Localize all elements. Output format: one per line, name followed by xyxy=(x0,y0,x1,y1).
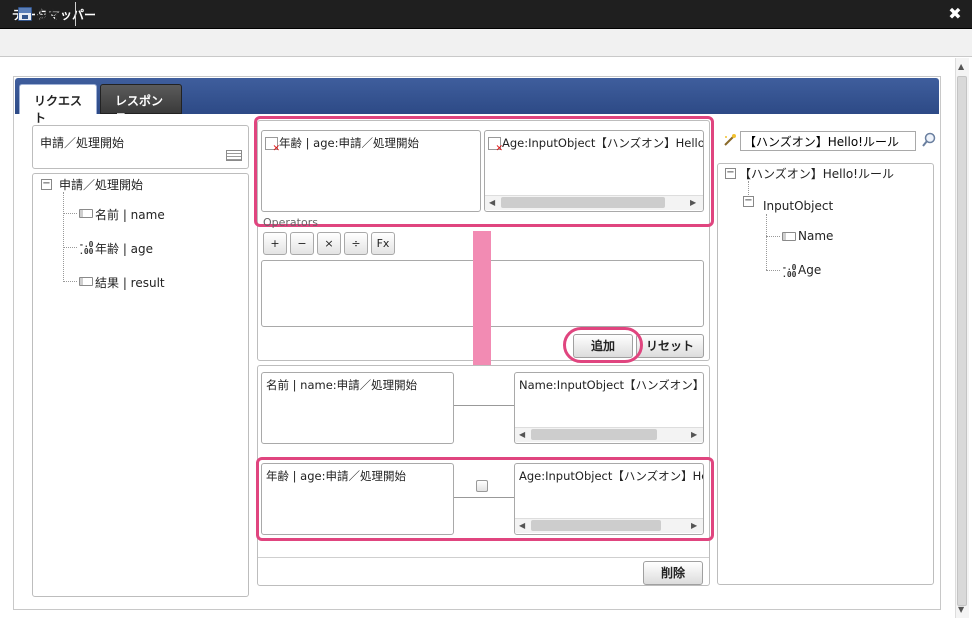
delete-button[interactable]: 削除 xyxy=(643,561,703,585)
source-tree-item-name[interactable]: 名前 | name xyxy=(95,206,165,223)
collapse-icon[interactable]: − xyxy=(725,168,736,179)
operator-multiply-button[interactable]: × xyxy=(317,232,341,255)
save-button-label: 保存 xyxy=(36,7,61,22)
tree-connector xyxy=(63,247,77,248)
mapping-target-label: Name:InputObject【ハンズオン】Hello!ルール xyxy=(519,378,704,392)
list-icon[interactable] xyxy=(226,150,242,161)
tree-connector xyxy=(766,270,780,271)
target-tree-root[interactable]: 【ハンズオン】Hello!ルール xyxy=(739,165,894,182)
tree-connector xyxy=(766,236,780,237)
collapse-icon[interactable]: − xyxy=(41,179,52,190)
search-icon[interactable] xyxy=(921,132,937,148)
reset-button[interactable]: リセット xyxy=(636,334,704,358)
field-icon xyxy=(79,209,93,218)
scroll-right-arrow-icon[interactable]: ▶ xyxy=(691,430,697,439)
tab-response[interactable]: レスポンス xyxy=(100,84,182,125)
source-tree-panel xyxy=(32,173,249,597)
operator-divide-button[interactable]: ÷ xyxy=(344,232,368,255)
close-icon[interactable]: ✖ xyxy=(946,5,964,23)
toolbar xyxy=(0,29,972,57)
source-process-label: 申請／処理開始 xyxy=(40,136,125,150)
source-tree-item-age[interactable]: 年齢 | age xyxy=(95,240,153,257)
mapping-source-label: 名前 | name:申請／処理開始 xyxy=(266,378,418,392)
mapping-connector xyxy=(454,405,514,406)
highlight-add-button xyxy=(563,327,643,363)
scroll-left-arrow-icon[interactable]: ◀ xyxy=(519,430,525,439)
target-tree-panel xyxy=(717,163,934,585)
source-tree-item-result[interactable]: 結果 | result xyxy=(95,274,165,291)
tree-connector xyxy=(766,214,767,270)
number-icon: -.0.00 xyxy=(79,240,94,256)
tab-request[interactable]: リクエスト xyxy=(19,84,97,125)
divider xyxy=(258,557,709,558)
operators-label: Operators xyxy=(263,216,318,229)
field-icon xyxy=(782,232,796,241)
number-icon: -.0.00 xyxy=(782,263,797,279)
operator-function-button[interactable]: Fx xyxy=(371,232,395,255)
mapping-source-field[interactable]: 名前 | name:申請／処理開始 xyxy=(261,372,454,444)
magic-wand-icon[interactable] xyxy=(722,132,738,148)
field-icon xyxy=(79,277,93,286)
tree-connector xyxy=(63,281,77,282)
target-search-input[interactable] xyxy=(740,131,916,151)
target-tree-input-object[interactable]: InputObject xyxy=(763,199,833,213)
scroll-up-arrow-icon[interactable]: ▲ xyxy=(958,62,964,71)
operator-minus-button[interactable]: − xyxy=(290,232,314,255)
floppy-disk-icon xyxy=(18,7,32,21)
highlight-new-mapping xyxy=(256,457,714,541)
horizontal-scrollbar-thumb[interactable] xyxy=(531,429,657,440)
scroll-down-arrow-icon[interactable]: ▼ xyxy=(958,605,964,614)
tree-connector xyxy=(63,213,77,214)
target-tree-item-name[interactable]: Name xyxy=(798,229,833,243)
window-title-bar xyxy=(0,0,972,29)
mapping-target-field[interactable]: Name:InputObject【ハンズオン】Hello!ルール ◀ ▶ xyxy=(514,372,704,444)
source-tree-root[interactable]: 申請／処理開始 xyxy=(59,176,143,193)
target-tree-item-age[interactable]: Age xyxy=(798,263,821,277)
highlight-selected-pair xyxy=(254,116,714,227)
vertical-scrollbar-thumb[interactable] xyxy=(957,76,967,606)
collapse-icon[interactable]: − xyxy=(743,196,754,207)
operator-plus-button[interactable]: + xyxy=(263,232,287,255)
tree-connector xyxy=(63,192,64,282)
save-button[interactable]: 保存 xyxy=(8,2,76,26)
